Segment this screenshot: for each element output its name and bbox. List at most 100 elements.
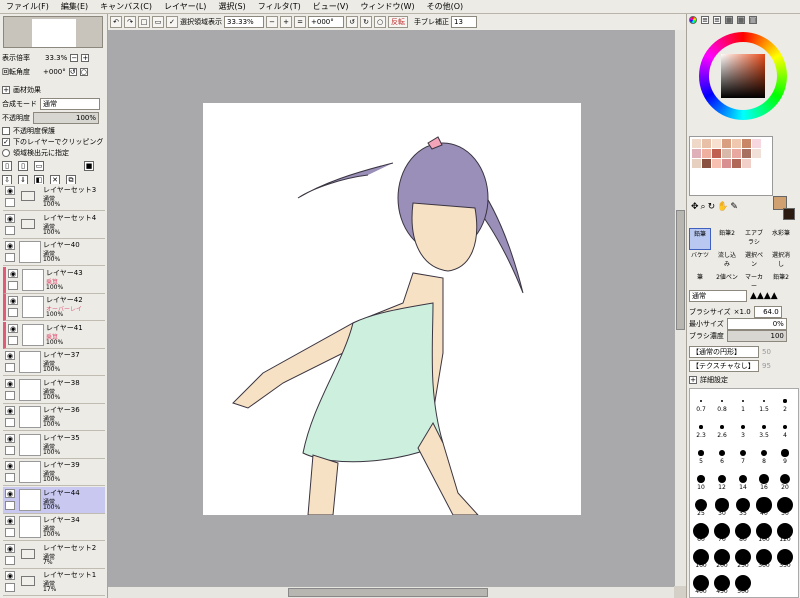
visibility-eye-icon[interactable]: ◉ <box>5 543 15 553</box>
color-swatch[interactable] <box>722 159 731 168</box>
layer-row[interactable]: ◉ レイヤー44 通常 100% <box>3 486 105 514</box>
color-swatch[interactable] <box>712 159 721 168</box>
layer-row[interactable]: ◉ レイヤー43 乗算 100% <box>3 266 105 294</box>
brush-tool[interactable]: 選択ペン <box>743 250 765 272</box>
lock-icon[interactable] <box>5 583 15 592</box>
nav-zoom-plus-button[interactable]: + <box>81 54 90 62</box>
visibility-eye-icon[interactable]: ◉ <box>5 571 15 580</box>
color-swatch[interactable] <box>742 149 751 158</box>
layer-row[interactable]: ◉ レイヤー37 通常 100% <box>3 349 105 376</box>
min-size-slider[interactable]: 0% <box>726 318 787 330</box>
layer-row[interactable]: ◉ レイヤー41 乗算 100% <box>3 321 105 349</box>
brush-size-dot[interactable] <box>741 399 745 403</box>
brush-size-dot[interactable] <box>779 473 791 485</box>
palette-tab-icon[interactable]: ▦ <box>725 16 733 24</box>
lock-icon[interactable] <box>5 418 15 427</box>
color-swatch[interactable] <box>702 159 711 168</box>
lock-icon[interactable] <box>5 198 15 207</box>
brush-tool[interactable]: 選択消し <box>770 250 792 272</box>
brush-size-dot[interactable] <box>761 424 767 430</box>
zoom-field[interactable]: 33.33% <box>224 16 264 28</box>
lock-icon[interactable] <box>5 390 15 400</box>
brush-size-dot[interactable] <box>719 450 725 456</box>
brush-size-dot[interactable] <box>782 424 788 430</box>
lock-icon[interactable] <box>5 363 15 372</box>
color-swatch[interactable] <box>692 149 701 158</box>
color-swatch[interactable] <box>742 139 751 148</box>
layer-row[interactable]: ◉ レイヤーセット2 通常 7% <box>3 541 105 569</box>
move-icon[interactable]: ✥ <box>691 202 699 214</box>
color-swatch[interactable] <box>742 159 751 168</box>
brush-tool[interactable]: 水彩筆 <box>770 228 792 250</box>
color-swatch[interactable] <box>712 139 721 148</box>
lock-icon[interactable] <box>5 473 15 482</box>
nav-rotate-reset-button[interactable]: ○ <box>79 68 88 76</box>
hsv-slider-tab-icon[interactable]: ≡ <box>713 16 721 24</box>
brush-size-dot[interactable] <box>739 449 747 457</box>
brush-size-dot[interactable] <box>740 424 746 430</box>
brush-tool[interactable]: エアブラシ <box>743 228 765 250</box>
brush-size-field[interactable]: 64.0 <box>753 306 782 318</box>
scratch-tab-icon[interactable]: ▤ <box>749 16 757 24</box>
brush-size-dot[interactable] <box>697 475 705 483</box>
visibility-eye-icon[interactable]: ◉ <box>5 461 15 470</box>
visibility-eye-icon[interactable]: ◉ <box>5 378 15 388</box>
brush-size-dot[interactable] <box>760 449 768 457</box>
brush-edge-icons[interactable]: ▲▲▲▲ <box>750 291 778 301</box>
brush-mode-select[interactable]: 通常 <box>689 290 747 302</box>
lock-icon[interactable] <box>5 528 15 537</box>
zoom-in-button[interactable]: + <box>280 16 292 28</box>
brush-size-dot[interactable] <box>720 425 724 429</box>
detail-row[interactable]: + 詳細設定 <box>689 374 799 386</box>
brush-size-dot[interactable] <box>762 399 766 403</box>
density-slider[interactable]: 100 <box>726 330 787 342</box>
layer-row[interactable]: ◉ レイヤー38 通常 100% <box>3 376 105 404</box>
color-swatch[interactable] <box>702 149 711 158</box>
color-swatch[interactable] <box>732 149 741 158</box>
rotate-right-button[interactable]: ↻ <box>360 16 372 28</box>
secondary-color-swatch[interactable] <box>783 208 795 220</box>
zoom-out-button[interactable]: − <box>266 16 278 28</box>
source-radio[interactable] <box>2 149 10 157</box>
visibility-eye-icon[interactable]: ◉ <box>5 351 15 360</box>
brush-size-dot[interactable] <box>717 474 727 484</box>
rotation-field[interactable]: +000° <box>308 16 344 28</box>
menu-item-4[interactable]: 選択(S) <box>212 1 251 12</box>
menu-item-6[interactable]: ビュー(V) <box>307 1 355 12</box>
navigator-preview[interactable] <box>3 16 103 48</box>
zoom-icon[interactable]: ⌕ <box>701 202 706 214</box>
brush-tool[interactable]: 鉛筆2 <box>716 228 738 250</box>
deselect-button[interactable]: □ <box>138 16 150 28</box>
color-swatch[interactable] <box>752 149 761 158</box>
visibility-eye-icon[interactable]: ◉ <box>5 488 15 498</box>
visibility-eye-icon[interactable]: ◉ <box>5 516 15 525</box>
swatch-grid[interactable] <box>689 136 773 196</box>
menu-item-8[interactable]: その他(O) <box>421 1 470 12</box>
visibility-eye-icon[interactable]: ◉ <box>8 296 18 305</box>
swatch-tab-icon[interactable]: ▦ <box>737 16 745 24</box>
visibility-eye-icon[interactable]: ◉ <box>8 323 18 333</box>
clip-checkbox[interactable]: ✓ <box>2 138 10 146</box>
color-swatch[interactable] <box>732 159 741 168</box>
layer-row[interactable]: ◉ レイヤーセット3 通常 100% <box>3 184 105 211</box>
color-swatch[interactable] <box>722 149 731 158</box>
lock-icon[interactable] <box>8 335 18 345</box>
layer-row[interactable]: ◉ レイヤー36 通常 100% <box>3 404 105 431</box>
visibility-eye-icon[interactable]: ◉ <box>5 186 15 195</box>
brush-size-dot[interactable] <box>759 474 769 484</box>
lock-icon[interactable] <box>5 225 15 235</box>
lock-icon[interactable] <box>5 500 15 510</box>
menu-item-0[interactable]: ファイル(F) <box>0 1 55 12</box>
eyedropper-icon[interactable]: ✎ <box>730 202 738 214</box>
hand-icon[interactable]: ✋ <box>717 202 728 214</box>
layer-row[interactable]: ◉ レイヤー42 オーバーレイ 100% <box>3 294 105 321</box>
color-swatch[interactable] <box>712 149 721 158</box>
brush-size-dot[interactable] <box>738 474 748 484</box>
nav-zoom-minus-button[interactable]: − <box>70 54 79 62</box>
color-swatch[interactable] <box>752 139 761 148</box>
color-wheel[interactable] <box>699 32 787 120</box>
lock-icon[interactable] <box>8 308 18 317</box>
lock-icon[interactable] <box>5 445 15 455</box>
lock-icon[interactable] <box>5 253 15 262</box>
zoom-reset-button[interactable]: = <box>294 16 306 28</box>
